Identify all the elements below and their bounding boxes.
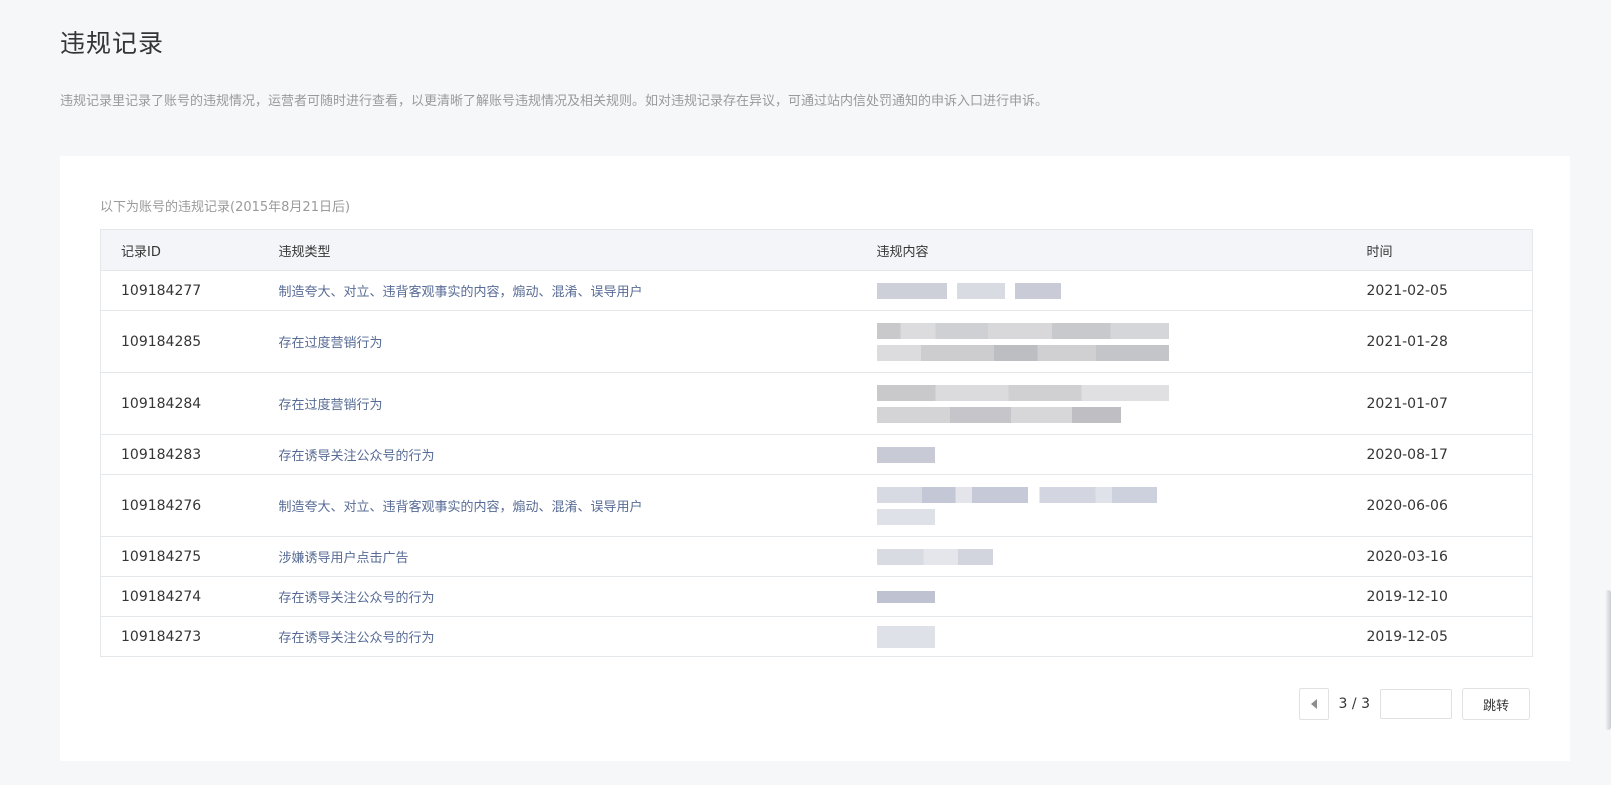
- table-row: 109184276 制造夸大、对立、违背客观事实的内容，煽动、混淆、误导用户 2…: [100, 474, 1533, 537]
- table-row: 109184274 存在诱导关注公众号的行为 2019-12-10: [100, 576, 1533, 617]
- page-indicator: 3 / 3: [1338, 696, 1370, 712]
- violation-time: 2019-12-10: [1346, 576, 1533, 617]
- header-violation-content: 违规内容: [856, 229, 1347, 271]
- blurred-content: [856, 576, 1347, 617]
- violation-type-link[interactable]: 涉嫌诱导用户点击广告: [258, 536, 857, 577]
- chevron-left-icon: [1310, 699, 1317, 709]
- prev-page-button[interactable]: [1298, 688, 1329, 720]
- table-row: 109184275 涉嫌诱导用户点击广告 2020-03-16: [100, 536, 1533, 577]
- page-title: 违规记录: [60, 29, 165, 58]
- scrollbar[interactable]: [1605, 590, 1611, 730]
- violation-type-link[interactable]: 存在过度营销行为: [258, 310, 857, 373]
- violation-time: 2020-06-06: [1346, 474, 1533, 537]
- pagination: 3 / 3 跳转: [1298, 688, 1530, 720]
- violation-type-link[interactable]: 存在过度营销行为: [258, 372, 857, 435]
- record-id: 109184283: [100, 434, 259, 475]
- violation-type-link[interactable]: 存在诱导关注公众号的行为: [258, 434, 857, 475]
- record-id: 109184277: [100, 270, 259, 311]
- violation-time: 2021-02-05: [1346, 270, 1533, 311]
- blurred-content: [856, 310, 1347, 373]
- table-header-row: 记录ID 违规类型 违规内容 时间: [100, 229, 1533, 271]
- violation-time: 2020-08-17: [1346, 434, 1533, 475]
- header-record-id: 记录ID: [100, 229, 259, 271]
- table-row: 109184277 制造夸大、对立、违背客观事实的内容，煽动、混淆、误导用户 2…: [100, 270, 1533, 311]
- violation-type-link[interactable]: 制造夸大、对立、违背客观事实的内容，煽动、混淆、误导用户: [258, 474, 857, 537]
- violation-time: 2021-01-28: [1346, 310, 1533, 373]
- record-id: 109184276: [100, 474, 259, 537]
- table-row: 109184283 存在诱导关注公众号的行为 2020-08-17: [100, 434, 1533, 475]
- table-row: 109184285 存在过度营销行为 2021-01-28: [100, 310, 1533, 373]
- header-time: 时间: [1346, 229, 1533, 271]
- record-id: 109184285: [100, 310, 259, 373]
- blurred-content: [856, 474, 1347, 537]
- records-card: 以下为账号的违规记录(2015年8月21日后) 记录ID 违规类型 违规内容 时…: [60, 156, 1570, 761]
- blurred-content: [856, 270, 1347, 311]
- jump-button[interactable]: 跳转: [1461, 688, 1530, 720]
- violation-records-table: 记录ID 违规类型 违规内容 时间 109184277 制造夸大、对立、违背客观…: [100, 229, 1533, 657]
- table-row: 109184284 存在过度营销行为 2021-01-07: [100, 372, 1533, 435]
- violation-type-link[interactable]: 制造夸大、对立、违背客观事实的内容，煽动、混淆、误导用户: [258, 270, 857, 311]
- blurred-content: [856, 536, 1347, 577]
- page-description: 违规记录里记录了账号的违规情况，运营者可随时进行查看，以更清晰了解账号违规情况及…: [60, 94, 1049, 109]
- blurred-content: [856, 616, 1347, 657]
- blurred-content: [856, 372, 1347, 435]
- record-id: 109184284: [100, 372, 259, 435]
- header-violation-type: 违规类型: [258, 229, 857, 271]
- violation-time: 2019-12-05: [1346, 616, 1533, 657]
- blurred-content: [856, 434, 1347, 475]
- violation-type-link[interactable]: 存在诱导关注公众号的行为: [258, 576, 857, 617]
- violation-type-link[interactable]: 存在诱导关注公众号的行为: [258, 616, 857, 657]
- record-id: 109184274: [100, 576, 259, 617]
- violation-time: 2021-01-07: [1346, 372, 1533, 435]
- violation-time: 2020-03-16: [1346, 536, 1533, 577]
- record-id: 109184275: [100, 536, 259, 577]
- table-caption: 以下为账号的违规记录(2015年8月21日后): [100, 200, 351, 215]
- page-jump-input[interactable]: [1379, 689, 1452, 719]
- record-id: 109184273: [100, 616, 259, 657]
- table-row: 109184273 存在诱导关注公众号的行为 2019-12-05: [100, 616, 1533, 657]
